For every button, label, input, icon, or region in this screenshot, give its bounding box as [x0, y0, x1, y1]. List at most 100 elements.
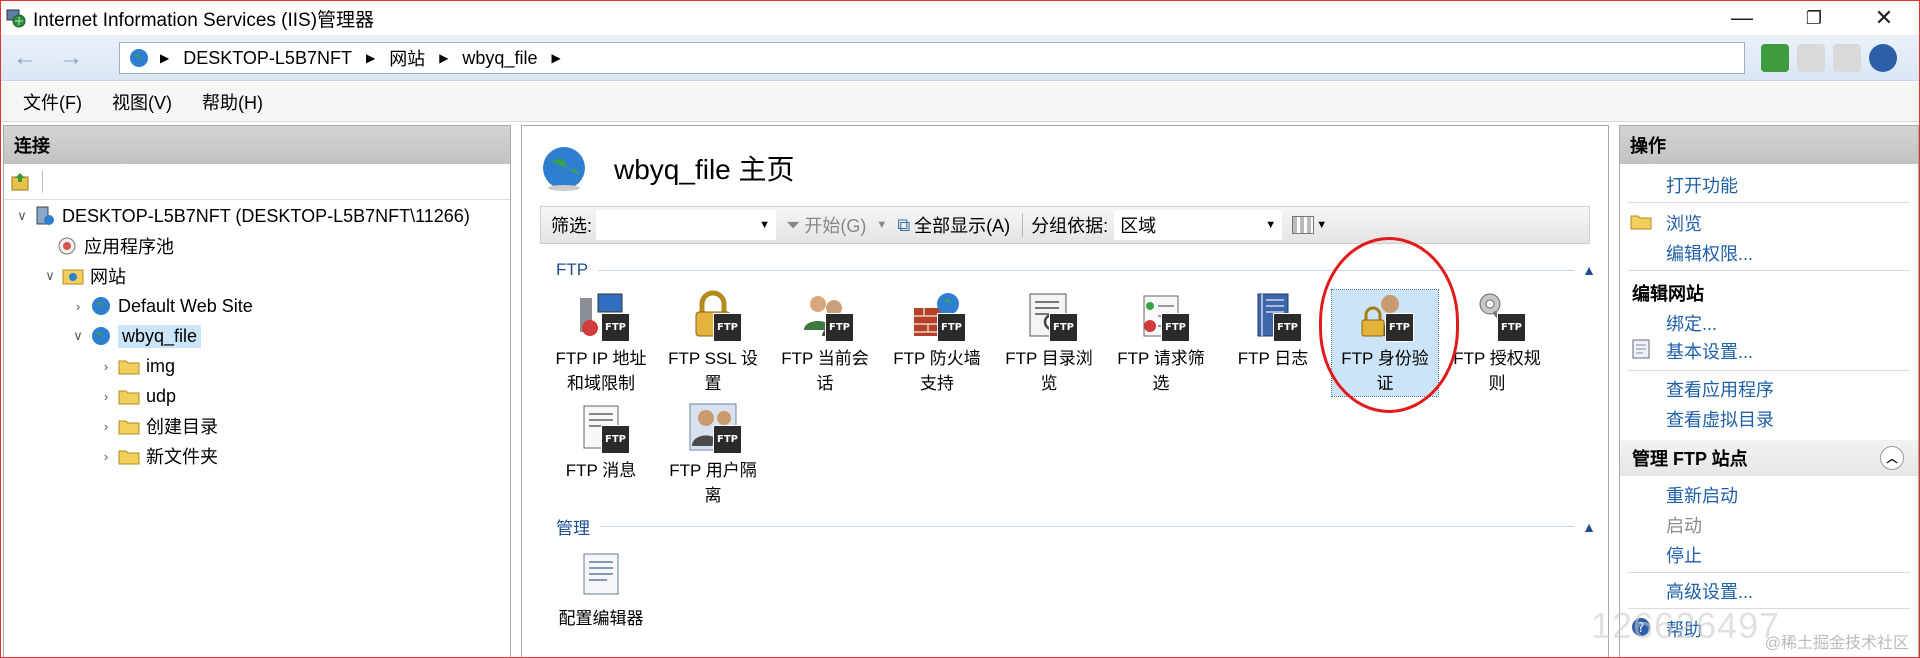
tree-node-udp[interactable]: › udp: [98, 382, 176, 410]
section-ftp[interactable]: FTP ▲: [556, 260, 1596, 280]
tree-node-server[interactable]: ∨ DESKTOP-L5B7NFT (DESKTOP-L5B7NFT\11266…: [14, 202, 470, 230]
tree-node-wbyq-file[interactable]: ∨ wbyq_file: [70, 322, 202, 350]
firewall-icon: FTP: [912, 290, 966, 342]
maximize-icon: ❐: [1805, 7, 1823, 28]
feature-ftp-directory-browsing[interactable]: FTP FTP 目录浏 览: [996, 290, 1102, 396]
filter-divider: [1022, 213, 1024, 237]
chevron-down-icon[interactable]: ∨: [70, 328, 86, 344]
folder-icon: [118, 450, 140, 465]
menu-help[interactable]: 帮助(H): [202, 89, 263, 115]
group-manage-ftp-header: 管理 FTP 站点 ︿: [1620, 440, 1918, 476]
refresh-icon[interactable]: [1761, 44, 1789, 72]
tree-node-app-pools[interactable]: 应用程序池: [56, 232, 174, 260]
menu-bar: 文件(F) 视图(V) 帮助(H): [1, 82, 1919, 122]
action-edit-permissions[interactable]: 编辑权限...: [1620, 240, 1918, 268]
minimize-icon: —: [1731, 5, 1753, 30]
feature-ftp-request-filtering[interactable]: FTP FTP 请求筛 选: [1108, 290, 1214, 396]
feature-ftp-ssl[interactable]: FTP FTP SSL 设 置: [660, 290, 766, 396]
feature-ftp-user-isolation[interactable]: FTP FTP 用户隔 离: [660, 402, 766, 508]
globe-icon: [92, 327, 110, 345]
view-mode-button[interactable]: ▼: [1292, 216, 1327, 234]
back-button[interactable]: ←: [7, 42, 43, 74]
globe-icon: [92, 297, 110, 315]
dropdown-arrow-icon: ▼: [759, 219, 771, 231]
window-title: Internet Information Services (IIS)管理器: [33, 9, 375, 31]
collapse-up-icon[interactable]: ︿: [1880, 446, 1904, 470]
actions-divider: [1628, 572, 1910, 573]
action-restart[interactable]: 重新启动: [1620, 482, 1918, 510]
chevron-right-icon[interactable]: ›: [98, 449, 114, 464]
breadcrumb-host[interactable]: DESKTOP-L5B7NFT ▶: [183, 48, 389, 69]
maximize-button[interactable]: ❐: [1779, 1, 1849, 35]
breadcrumb-site[interactable]: wbyq_file ▶: [462, 48, 574, 69]
action-bindings[interactable]: 绑定...: [1620, 310, 1918, 338]
chevron-down-icon[interactable]: ∨: [42, 268, 58, 284]
action-basic-settings[interactable]: 基本设置...: [1620, 338, 1918, 366]
filter-label: 筛选:: [551, 216, 593, 236]
ssl-lock-icon: FTP: [688, 290, 742, 342]
minimize-button[interactable]: —: [1707, 1, 1777, 35]
feature-ftp-firewall[interactable]: FTP FTP 防火墙 支持: [884, 290, 990, 396]
feature-ftp-authentication[interactable]: FTP FTP 身份验 证: [1331, 289, 1439, 397]
collapse-up-icon[interactable]: ▲: [1582, 519, 1596, 535]
connections-pane: 连接 ∨ DESKTOP-L5B7NFT (DESKTOP-L5B7NFT\11…: [3, 125, 511, 657]
menu-view[interactable]: 视图(V): [112, 89, 172, 115]
sites-folder-icon: [62, 269, 84, 285]
action-view-vdirs[interactable]: 查看虚拟目录: [1620, 406, 1918, 434]
tree-node-create-dir[interactable]: › 创建目录: [98, 412, 218, 440]
group-by-select[interactable]: 区域 ▼: [1114, 210, 1283, 240]
chevron-right-icon[interactable]: ›: [98, 389, 114, 404]
actions-divider: [1628, 270, 1910, 271]
chevron-right-icon[interactable]: ›: [98, 419, 114, 434]
close-button[interactable]: ✕: [1849, 1, 1919, 35]
dropdown-arrow-icon: ▼: [1316, 219, 1328, 231]
forward-button[interactable]: →: [53, 42, 89, 74]
action-advanced-settings[interactable]: 高级设置...: [1620, 578, 1918, 606]
action-start: 启动: [1666, 516, 1702, 536]
action-view-apps[interactable]: 查看应用程序: [1620, 376, 1918, 404]
feature-ftp-sessions[interactable]: FTP FTP 当前会 话: [772, 290, 878, 396]
funnel-icon: ⏷: [786, 214, 801, 235]
action-open-feature[interactable]: 打开功能: [1620, 172, 1918, 200]
tree-node-new-folder[interactable]: › 新文件夹: [98, 442, 218, 470]
home-icon[interactable]: [1833, 44, 1861, 72]
chevron-right-icon[interactable]: ›: [70, 299, 86, 314]
section-management[interactable]: 管理 ▲: [556, 514, 1596, 539]
collapse-up-icon[interactable]: ▲: [1582, 262, 1596, 278]
address-row: ← → ▶ DESKTOP-L5B7NFT ▶ 网站 ▶ wbyq_file ▶: [1, 35, 1919, 81]
chevron-right-icon[interactable]: ›: [98, 359, 114, 374]
feature-ftp-authorization-rules[interactable]: FTP FTP 授权规 则: [1444, 290, 1550, 396]
title-bar: Internet Information Services (IIS)管理器 —…: [1, 1, 1919, 35]
breadcrumb-sites[interactable]: 网站 ▶: [389, 45, 462, 71]
browse-folder-icon: [1630, 215, 1652, 230]
site-home-title: wbyq_file 主页: [614, 154, 795, 185]
feature-ftp-messages[interactable]: FTP FTP 消息: [548, 402, 654, 483]
settings-doc-icon: [1632, 339, 1650, 359]
tree-node-sites[interactable]: ∨ 网站: [42, 262, 126, 290]
globe-icon: [543, 147, 585, 191]
folder-icon: [118, 360, 140, 375]
feature-ftp-logging[interactable]: FTP FTP 日志: [1220, 290, 1326, 371]
address-bar[interactable]: ▶ DESKTOP-L5B7NFT ▶ 网站 ▶ wbyq_file ▶: [119, 42, 1745, 74]
section-divider: [600, 526, 1575, 527]
feature-ftp-ip-restrictions[interactable]: FTP FTP IP 地址 和域限制: [548, 290, 654, 396]
server-icon: [36, 206, 54, 225]
feature-config-editor[interactable]: 配置编辑器: [548, 550, 654, 631]
chevron-down-icon[interactable]: ∨: [14, 208, 30, 224]
help-icon[interactable]: [1869, 44, 1897, 72]
section-divider: [598, 269, 1575, 271]
toolbar-divider: [42, 170, 43, 193]
request-filter-icon: FTP: [1136, 290, 1190, 342]
action-browse[interactable]: 浏览: [1620, 210, 1918, 238]
tree-node-img[interactable]: › img: [98, 352, 175, 380]
show-all-button[interactable]: ⧉ 全部显示(A): [897, 212, 1010, 238]
stop-icon[interactable]: [1797, 44, 1825, 72]
menu-file[interactable]: 文件(F): [23, 89, 82, 115]
filter-input[interactable]: ▼: [596, 210, 777, 240]
dropdown-arrow-icon: ▼: [876, 219, 888, 231]
start-filter-button[interactable]: ⏷ 开始(G) ▼: [786, 212, 887, 238]
tree-node-default-web-site[interactable]: › Default Web Site: [70, 292, 253, 320]
action-stop[interactable]: 停止: [1620, 542, 1918, 570]
actions-divider: [1628, 202, 1910, 203]
connect-icon[interactable]: [10, 171, 32, 193]
